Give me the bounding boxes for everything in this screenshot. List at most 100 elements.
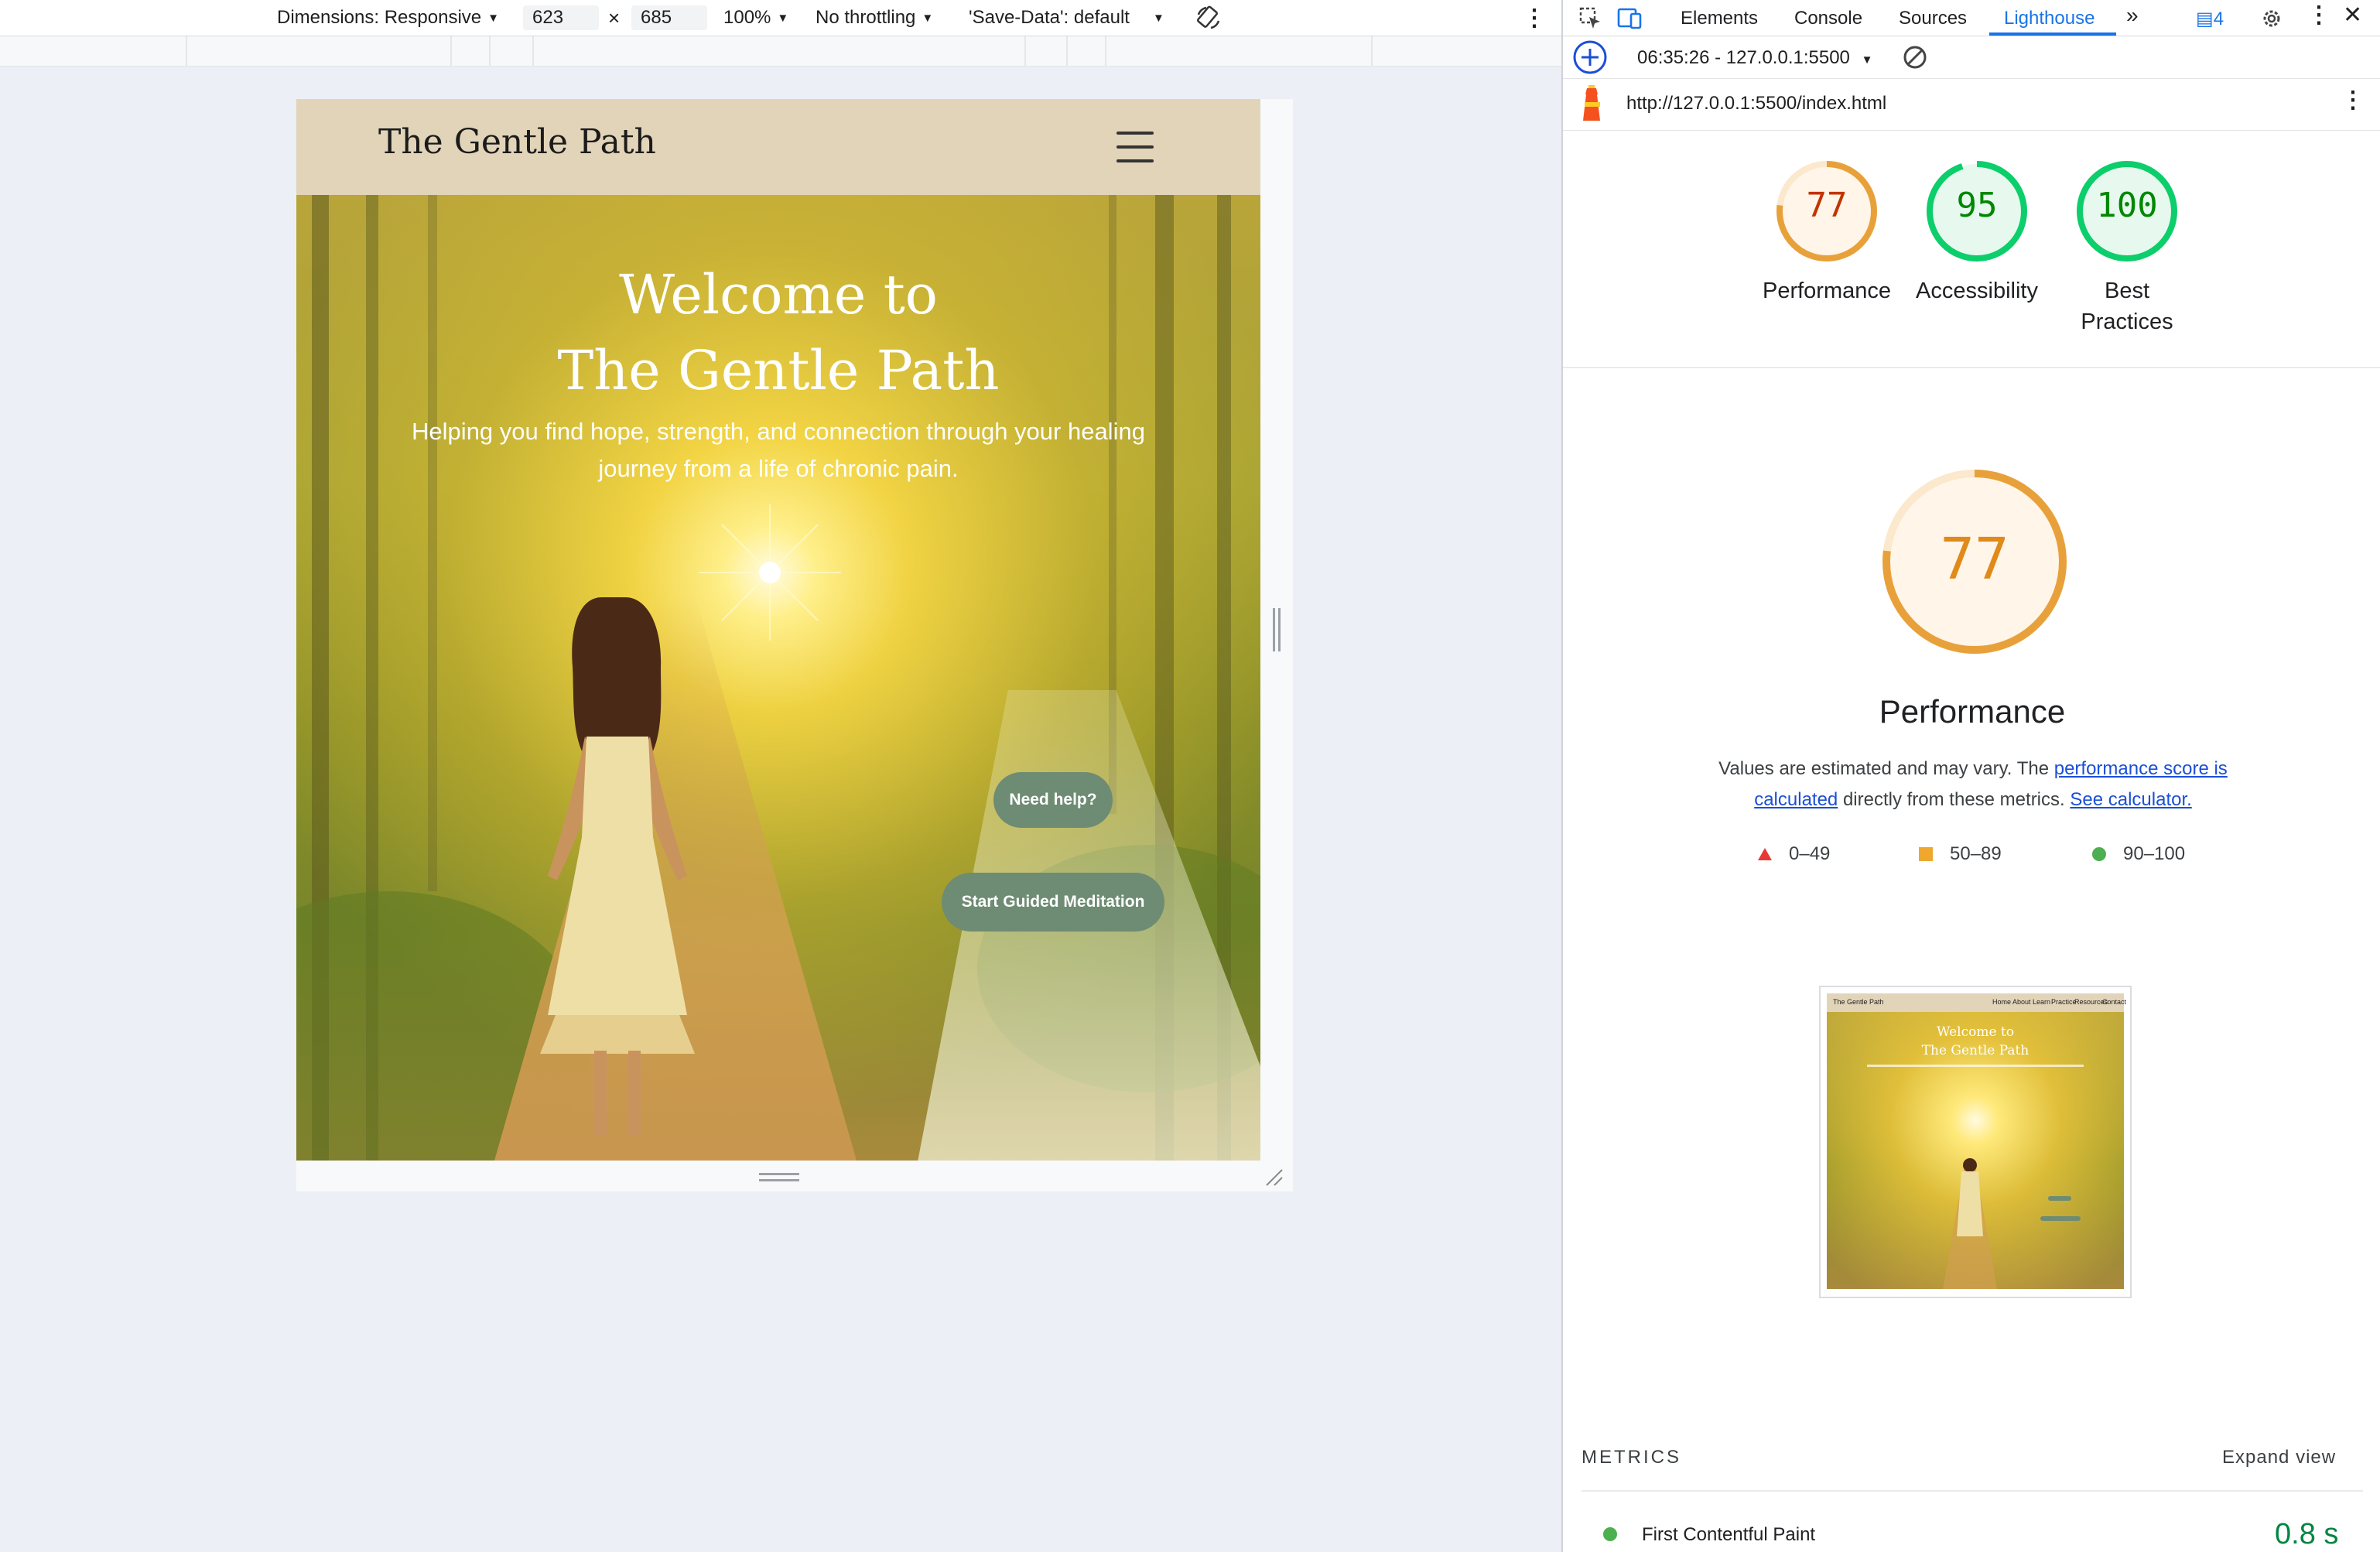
legend-fail: 0–49 <box>1756 843 1830 865</box>
close-icon[interactable]: ✕ <box>2343 2 2362 29</box>
devtools-tab-bar: Elements Console Sources Lighthouse » ▤4… <box>1563 0 2380 36</box>
clear-block-icon[interactable] <box>1902 44 1928 70</box>
site-navbar: The Gentle Path <box>296 99 1260 195</box>
device-toolbar-icon[interactable] <box>1616 6 1643 31</box>
thumbnail-site-title: The Gentle Path <box>1833 998 1884 1006</box>
thumbnail-heading: Welcome to The Gentle Path <box>1827 1023 2124 1060</box>
dimensions-dropdown[interactable]: Dimensions: Responsive ▼ <box>277 0 499 36</box>
score-best-practices: 100 <box>2096 186 2158 225</box>
issues-badge[interactable]: ▤4 <box>2196 8 2224 30</box>
thumbnail-nav-contact: Contact <box>2102 998 2127 1006</box>
lighthouse-url-bar: http://127.0.0.1:5500/index.html ⋮ <box>1563 79 2380 131</box>
dimensions-label: Dimensions: Responsive <box>277 7 482 28</box>
more-tabs-icon[interactable]: » <box>2126 3 2139 28</box>
tab-console[interactable]: Console <box>1794 8 1862 29</box>
thumbnail-need-help-button <box>2048 1196 2071 1201</box>
zoom-label: 100% <box>723 7 771 28</box>
caret-down-icon: ▼ <box>1861 53 1873 67</box>
metric-value: 0.8 s <box>2275 1518 2339 1550</box>
divider <box>1563 367 2380 368</box>
issues-count: 4 <box>2213 9 2224 29</box>
zoom-dropdown[interactable]: 100% ▼ <box>723 0 788 36</box>
thumbnail-nav-practice: Practice <box>2051 998 2077 1006</box>
thumbnail-hero: Welcome to The Gentle Path <box>1827 1012 2124 1289</box>
width-input[interactable]: 623 <box>523 5 599 30</box>
description-prefix: Values are estimated and may vary. The <box>1718 758 2054 779</box>
hero-section: Welcome to The Gentle Path Helping you f… <box>296 195 1260 1161</box>
device-toolbar: Dimensions: Responsive ▼ 623 × 685 100% … <box>0 0 1561 36</box>
performance-description: Values are estimated and may vary. The p… <box>1694 754 2252 815</box>
report-menu-icon[interactable]: ⋮ <box>2341 87 2365 114</box>
big-score-performance: 77 <box>1940 526 2009 593</box>
metric-name: First Contentful Paint <box>1642 1524 1816 1545</box>
save-data-dropdown[interactable]: 'Save-Data': default ▼ <box>969 0 1164 36</box>
more-options-icon[interactable]: ⋮ <box>1523 0 1546 36</box>
caret-down-icon: ▼ <box>777 11 789 25</box>
thumbnail-subtitle-line <box>1867 1065 2084 1067</box>
category-title: Performance <box>1879 693 2066 730</box>
score-performance: 77 <box>1806 186 1848 225</box>
legend-fail-range: 0–49 <box>1789 843 1831 864</box>
label-best-practices-line2: Practices <box>2081 309 2173 334</box>
divider <box>1582 1490 2363 1492</box>
see-calculator-link[interactable]: See calculator. <box>2070 789 2191 810</box>
label-performance: Performance <box>1762 279 1891 303</box>
tab-elements[interactable]: Elements <box>1681 8 1758 29</box>
circle-icon <box>2092 847 2106 861</box>
start-guided-meditation-button[interactable]: Start Guided Meditation <box>942 873 1164 932</box>
square-icon <box>1919 847 1933 861</box>
description-middle: directly from these metrics. <box>1838 789 2071 810</box>
rotate-button[interactable] <box>1195 0 1222 36</box>
legend-average-range: 50–89 <box>1950 843 2002 864</box>
times-sign: × <box>608 5 621 29</box>
lighthouse-logo-icon <box>1583 85 1600 121</box>
expand-view-toggle[interactable]: Expand view <box>2222 1447 2336 1468</box>
rotate-icon <box>1196 5 1220 29</box>
active-tab-indicator <box>1989 32 2116 36</box>
site-title[interactable]: The Gentle Path <box>378 122 656 162</box>
final-screenshot-thumbnail[interactable]: The Gentle Path Home About Learn Practic… <box>1819 986 2132 1298</box>
metrics-heading: METRICS <box>1582 1447 1681 1468</box>
resize-handle-right[interactable] <box>1273 608 1285 651</box>
height-input[interactable]: 685 <box>631 5 707 30</box>
need-help-button[interactable]: Need help? <box>993 772 1113 828</box>
height-value: 685 <box>641 7 672 28</box>
tab-sources[interactable]: Sources <box>1899 8 1967 29</box>
thumbnail-nav-learn: Learn <box>2033 998 2051 1006</box>
lighthouse-report-bar: 06:35:26 - 127.0.0.1:5500 ▼ <box>1563 36 2380 79</box>
devtools-menu-icon[interactable]: ⋮ <box>2307 2 2330 29</box>
legend-pass: 90–100 <box>2091 843 2185 865</box>
thumbnail-nav-home: Home <box>1992 998 2012 1006</box>
new-report-plus-icon[interactable] <box>1572 39 1608 75</box>
label-best-practices-line1: Best <box>2104 279 2150 303</box>
inspect-element-icon[interactable] <box>1578 6 1603 31</box>
thumbnail-nav-about: About <box>2012 998 2031 1006</box>
message-icon: ▤ <box>2196 9 2214 29</box>
thumbnail-heading-line2: The Gentle Path <box>1921 1043 2029 1058</box>
woman-figure <box>540 597 695 1136</box>
hamburger-menu-icon[interactable] <box>1116 132 1154 162</box>
thumbnail-navbar: The Gentle Path Home About Learn Practic… <box>1827 993 2127 1012</box>
tab-lighthouse[interactable]: Lighthouse <box>2004 8 2094 29</box>
thumbnail-heading-line1: Welcome to <box>1937 1024 2014 1040</box>
device-viewport: The Gentle Path Welcome to The Gentle Pa… <box>296 99 1293 1191</box>
score-accessibility: 95 <box>1956 186 1998 225</box>
hero-heading-line1: Welcome to <box>619 263 938 326</box>
website: The Gentle Path Welcome to The Gentle Pa… <box>296 99 1260 1161</box>
width-value: 623 <box>532 7 564 28</box>
media-query-ruler <box>0 36 1561 67</box>
metric-row-fcp: First Contentful Paint 0.8 s <box>1563 1513 2380 1552</box>
resize-handle-corner-icon[interactable] <box>1264 1167 1284 1187</box>
throttling-label: No throttling <box>816 7 916 28</box>
throttling-dropdown[interactable]: No throttling ▼ <box>816 0 933 36</box>
caret-down-icon: ▼ <box>922 11 934 25</box>
thumbnail-woman-figure <box>1943 1158 1997 1289</box>
caret-down-icon: ▼ <box>487 11 499 25</box>
label-accessibility: Accessibility <box>1916 279 2038 303</box>
save-data-label: 'Save-Data': default <box>969 7 1130 28</box>
caret-down-icon: ▼ <box>1152 11 1164 25</box>
report-selector[interactable]: 06:35:26 - 127.0.0.1:5500 ▼ <box>1637 47 1872 69</box>
settings-gear-icon[interactable] <box>2259 6 2284 31</box>
hero-subtitle: Helping you find hope, strength, and con… <box>412 418 1145 482</box>
resize-handle-bottom[interactable] <box>759 1173 799 1182</box>
